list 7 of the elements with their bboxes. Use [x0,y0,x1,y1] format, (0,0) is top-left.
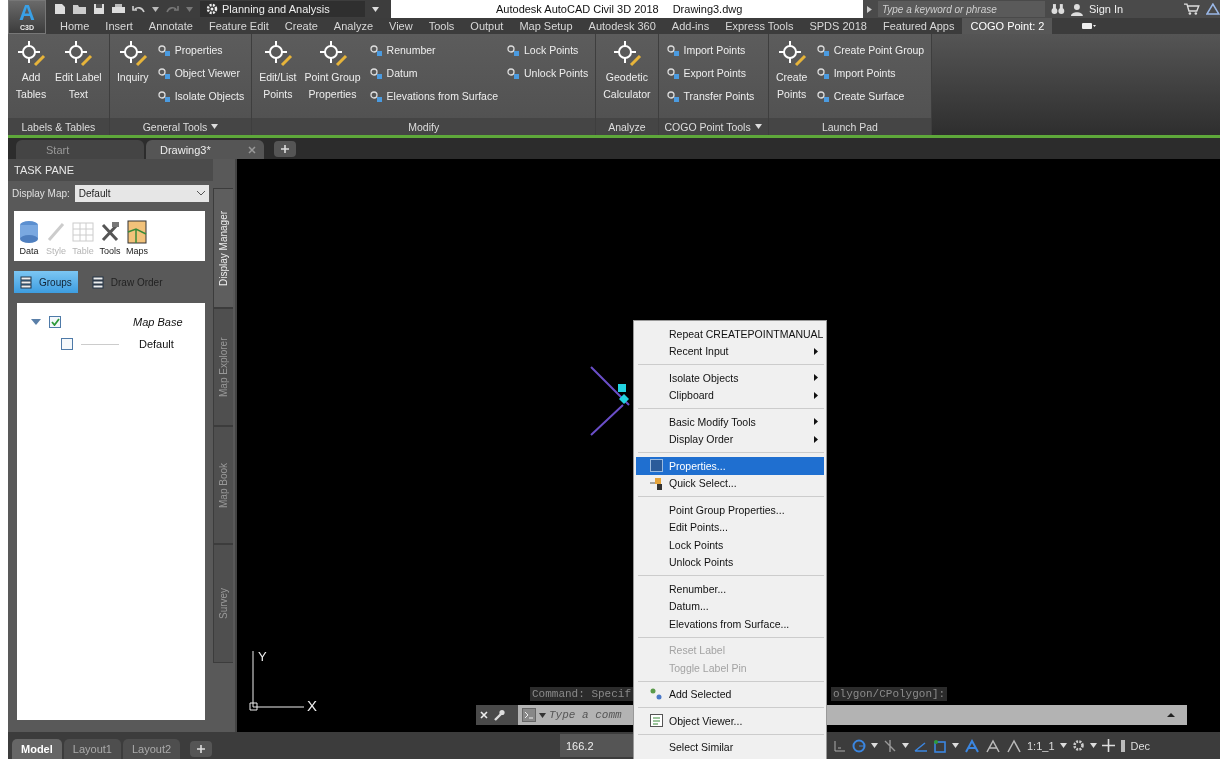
command-history-text: olygon/CPolygon]: [831,687,948,701]
display-map-label: Display Map: [12,188,70,199]
coordinates-readout: 166.2 [560,734,633,757]
window-title: Autodesk AutoCAD Civil 3D 2018 [496,3,659,15]
command-history-text: Command: Specif [530,687,634,701]
pane-title: TASK PANE [8,159,213,181]
file-name: Drawing3.dwg [672,3,743,15]
